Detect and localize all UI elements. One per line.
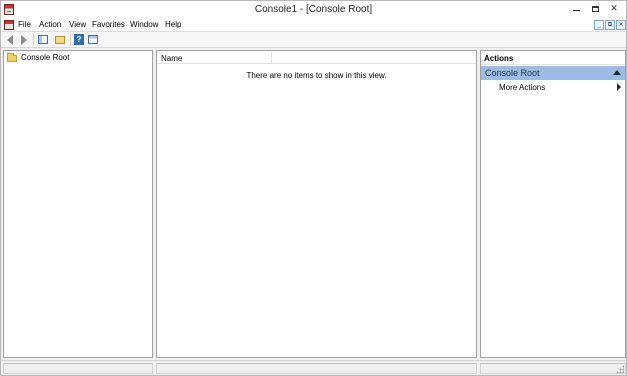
menu-window[interactable]: Window (130, 20, 158, 29)
tree-item-console-root[interactable]: Console Root (7, 52, 70, 62)
back-button[interactable] (5, 34, 17, 46)
status-panel (3, 363, 153, 374)
menu-favorites[interactable]: Favorites (92, 20, 125, 29)
tree-item-label: Console Root (21, 53, 70, 62)
status-bar (1, 360, 626, 375)
window-title: Console1 - [Console Root] (254, 4, 373, 15)
actions-pane: Actions Console Root More Actions (480, 50, 626, 358)
console-tree-icon (38, 35, 48, 44)
show-hide-action-pane-button[interactable] (87, 34, 99, 46)
collapse-up-icon[interactable] (613, 70, 621, 75)
close-button[interactable]: ✕ (605, 2, 623, 15)
results-pane[interactable]: Name There are no items to show in this … (156, 50, 477, 358)
actions-pane-title: Actions (481, 51, 625, 65)
child-window-controls: _ ⧉ ✕ (594, 20, 626, 30)
help-icon: ? (74, 34, 84, 45)
toolbar-separator (33, 34, 34, 46)
toolbar: ? (1, 32, 626, 48)
forward-button[interactable] (18, 34, 30, 46)
show-hide-console-tree-button[interactable] (37, 34, 49, 46)
maximize-button[interactable] (586, 2, 604, 15)
document-system-menu-icon[interactable] (4, 20, 14, 30)
actions-section-label: Console Root (485, 68, 540, 78)
empty-view-message: There are no items to show in this view. (246, 71, 387, 80)
menu-file[interactable]: File (18, 20, 31, 29)
action-more-actions[interactable]: More Actions (481, 81, 625, 93)
toolbar-separator (70, 34, 71, 46)
action-pane-icon (88, 35, 98, 44)
column-header-name[interactable]: Name (161, 54, 182, 63)
minimize-icon (572, 10, 580, 12)
status-panel (156, 363, 477, 374)
forward-icon (21, 35, 27, 45)
menu-help[interactable]: Help (165, 20, 181, 29)
help-button[interactable]: ? (73, 34, 85, 46)
status-panel (480, 363, 626, 374)
child-minimize-button[interactable]: _ (594, 20, 604, 30)
child-restore-button[interactable]: ⧉ (605, 20, 615, 30)
folder-icon (7, 52, 17, 62)
menu-view[interactable]: View (69, 20, 86, 29)
actions-section-console-root[interactable]: Console Root (481, 66, 625, 80)
maximize-icon (591, 5, 599, 12)
console-tree-pane[interactable]: Console Root (3, 50, 153, 358)
menu-bar: File Action View Favorites Window Help _… (1, 18, 626, 32)
title-bar[interactable]: Console1 - [Console Root] ✕ (1, 1, 626, 18)
mmc-window: Console1 - [Console Root] ✕ File Action … (0, 0, 627, 376)
action-label: More Actions (499, 83, 546, 92)
export-list-icon (55, 36, 65, 44)
column-header-row: Name (157, 51, 476, 64)
submenu-arrow-icon (617, 83, 621, 91)
child-close-button[interactable]: ✕ (616, 20, 626, 30)
column-resize-handle[interactable] (271, 52, 272, 63)
back-icon (7, 35, 13, 45)
export-list-button[interactable] (54, 34, 66, 46)
menu-action[interactable]: Action (39, 20, 61, 29)
minimize-button[interactable] (567, 2, 585, 15)
